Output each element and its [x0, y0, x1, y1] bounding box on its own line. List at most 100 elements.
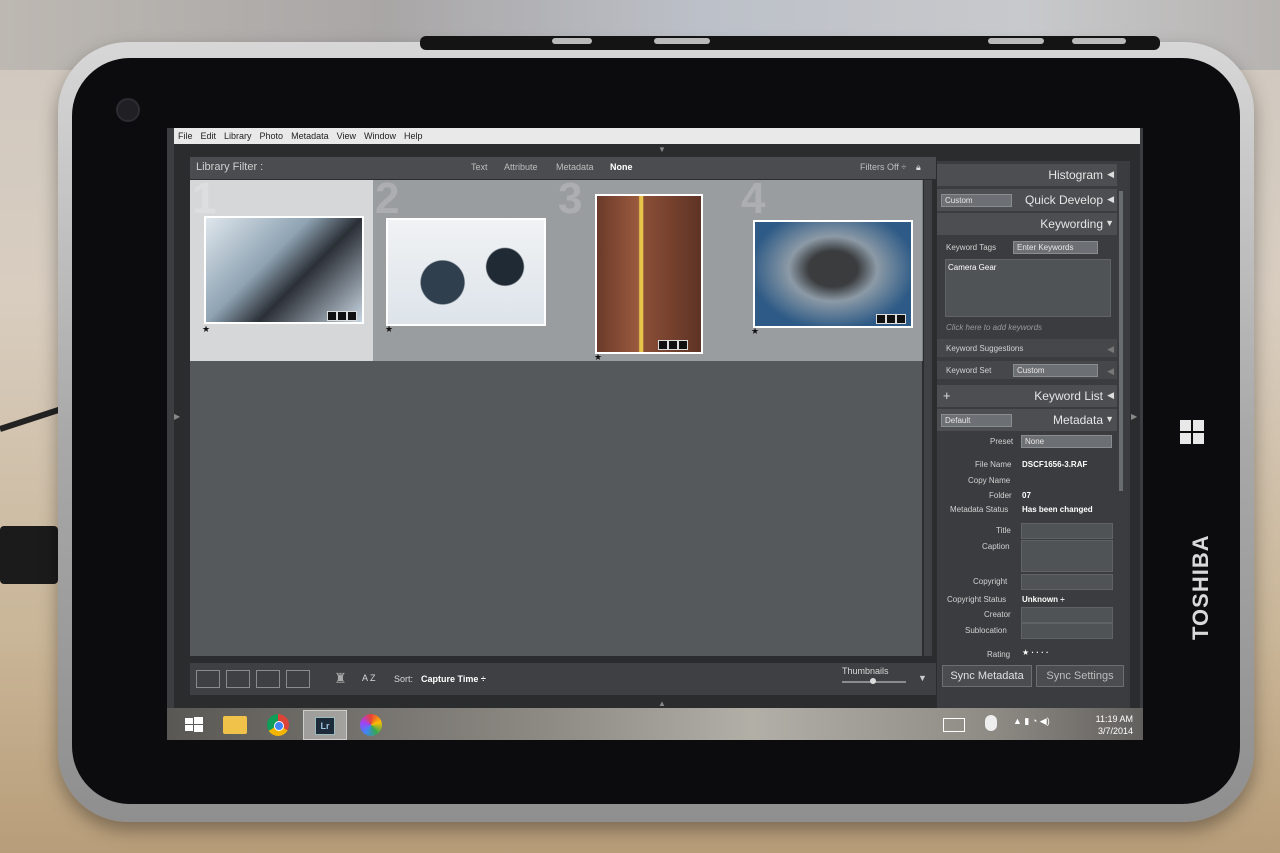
loupe-view-icon[interactable] [226, 670, 250, 688]
rating-star[interactable]: ★ [385, 324, 393, 335]
slider-thumb[interactable] [870, 678, 876, 684]
quick-develop-preset-select[interactable]: Custom [941, 194, 1012, 207]
hardware-button [988, 38, 1044, 44]
survey-view-icon[interactable] [286, 670, 310, 688]
sort-direction-icon[interactable]: A Z [362, 673, 376, 683]
compare-view-icon[interactable] [256, 670, 280, 688]
photo-thumbnail[interactable] [753, 220, 913, 328]
menu-metadata[interactable]: Metadata [287, 128, 333, 141]
add-keywords-field[interactable]: Click here to add keywords [946, 323, 1042, 332]
left-panel-toggle-icon[interactable]: ▶ [174, 412, 180, 421]
toolbar-options-icon[interactable]: ▼ [918, 673, 927, 683]
painter-icon[interactable]: ♜ [334, 670, 347, 687]
menu-photo[interactable]: Photo [256, 128, 288, 141]
tray-icons[interactable]: ▲ ▮ ◔ ◀) [1013, 716, 1050, 727]
grid-view-icon[interactable] [196, 670, 220, 688]
filter-none[interactable]: None [610, 162, 633, 172]
keyword-suggestions-header[interactable]: Keyword Suggestions ◀ [937, 339, 1117, 357]
photo-thumbnail[interactable] [204, 216, 364, 324]
sync-metadata-button[interactable]: Sync Metadata [942, 665, 1032, 687]
lightroom-taskbar-button[interactable]: Lr [303, 710, 347, 740]
top-panel-toggle-icon[interactable]: ▼ [658, 145, 666, 154]
camera-lens-icon [116, 98, 140, 122]
folder-value[interactable]: 07 [1022, 491, 1031, 500]
copyright-field[interactable] [1021, 574, 1113, 590]
develop-badge-icon [896, 314, 906, 324]
filter-text[interactable]: Text [471, 162, 488, 172]
usb-device-icon[interactable] [985, 715, 997, 731]
keywording-header[interactable]: Keywording ▼ [937, 213, 1117, 235]
caption-label: Caption [982, 542, 1010, 551]
grid-cell[interactable]: 3 ★ [556, 174, 740, 363]
creator-label: Creator [984, 610, 1011, 619]
right-panel: Histogram ◀ Custom Quick Develop ◀ Keyword… [937, 161, 1130, 709]
lock-icon[interactable]: 🔒︎ [916, 162, 921, 173]
file-explorer-icon[interactable] [215, 710, 255, 738]
sort-label: Sort: [394, 674, 414, 684]
chrome-icon[interactable] [259, 710, 299, 738]
photo-thumbnail[interactable] [595, 194, 703, 354]
start-button-icon[interactable] [175, 710, 215, 738]
file-name-value[interactable]: DSCF1656-3.RAF [1022, 460, 1087, 469]
grid-cell[interactable]: 4 ★ [739, 174, 923, 361]
develop-badge-icon [678, 340, 688, 350]
metadata-status-value[interactable]: Has been changed [1022, 505, 1093, 514]
photo-thumbnail[interactable] [386, 218, 546, 326]
menu-view[interactable]: View [333, 128, 360, 141]
sort-dropdown[interactable]: Capture Time ÷ [421, 674, 486, 684]
copyright-status-select[interactable]: Unknown ÷ [1022, 595, 1065, 604]
menu-window[interactable]: Window [360, 128, 400, 141]
preset-label: Preset [990, 437, 1014, 446]
rating-star[interactable]: ★ [202, 324, 210, 335]
copyright-status-label: Copyright Status [947, 595, 1007, 604]
bottom-panel-toggle-icon[interactable]: ▲ [658, 699, 666, 708]
menu-edit[interactable]: Edit [197, 128, 221, 141]
hardware-button [1072, 38, 1126, 44]
keyword-set-row[interactable]: Keyword Set Custom ◀ [937, 361, 1117, 379]
keyword-badge-icon [337, 311, 347, 321]
library-filter-label: Library Filter : [196, 161, 264, 173]
sync-settings-button[interactable]: Sync Settings [1036, 665, 1124, 687]
right-panel-toggle-icon[interactable]: ▶ [1131, 412, 1137, 421]
rating-star[interactable]: ★ [751, 326, 759, 337]
keyword-set-select[interactable]: Custom [1013, 364, 1098, 377]
right-panel-scrollbar[interactable] [1119, 191, 1123, 491]
filter-metadata[interactable]: Metadata [556, 162, 594, 172]
menu-help[interactable]: Help [400, 128, 427, 141]
file-name-label: File Name [975, 460, 1012, 469]
keyword-badge-icon [668, 340, 678, 350]
lightroom-window: ▼ ▶ ▶ Library Filter : Text Attribute Me… [174, 144, 1140, 709]
add-keyword-icon[interactable]: + [943, 388, 951, 403]
cell-number: 4 [741, 174, 766, 223]
title-field[interactable] [1021, 523, 1113, 539]
metadata-header[interactable]: Default Metadata ▼ [937, 409, 1117, 431]
rating-star[interactable]: ★ [594, 352, 602, 363]
windows-taskbar: Lr ▲ ▮ ◔ ◀) 11:19 AM 3/7/2014 [167, 708, 1143, 740]
metadata-preset-select[interactable]: Default [941, 414, 1012, 427]
quick-develop-header[interactable]: Custom Quick Develop ◀ [937, 189, 1117, 211]
grid-cell[interactable]: 2 ★ [373, 174, 557, 361]
keywords-textarea[interactable]: Camera Gear [945, 259, 1111, 317]
histogram-header[interactable]: Histogram ◀ [937, 164, 1117, 186]
rating-control[interactable]: ★ · · · · [1022, 648, 1049, 657]
filter-attribute[interactable]: Attribute [504, 162, 538, 172]
caption-field[interactable] [1021, 540, 1113, 572]
grid-cell[interactable]: 1 ★ [190, 174, 374, 361]
picasa-icon[interactable] [351, 710, 391, 738]
menu-library[interactable]: Library [220, 128, 256, 141]
system-clock[interactable]: 11:19 AM 3/7/2014 [1096, 713, 1133, 737]
rating-label: Rating [987, 650, 1011, 659]
sublocation-field[interactable] [1021, 623, 1113, 639]
thumbnails-label: Thumbnails [842, 666, 889, 676]
windows-logo-icon[interactable] [1180, 420, 1206, 446]
keyword-list-header[interactable]: + Keyword List ◀ [937, 385, 1117, 407]
creator-field[interactable] [1021, 607, 1113, 623]
hardware-button [654, 38, 710, 44]
filters-off-dropdown[interactable]: Filters Off ÷ [860, 162, 906, 172]
menu-file[interactable]: File [174, 128, 197, 141]
preset-select[interactable]: None [1021, 435, 1112, 448]
keyword-tags-select[interactable]: Enter Keywords [1013, 241, 1098, 254]
keyboard-icon[interactable] [943, 718, 965, 732]
grid-scrollbar[interactable] [924, 180, 932, 656]
title-label: Title [996, 526, 1011, 535]
